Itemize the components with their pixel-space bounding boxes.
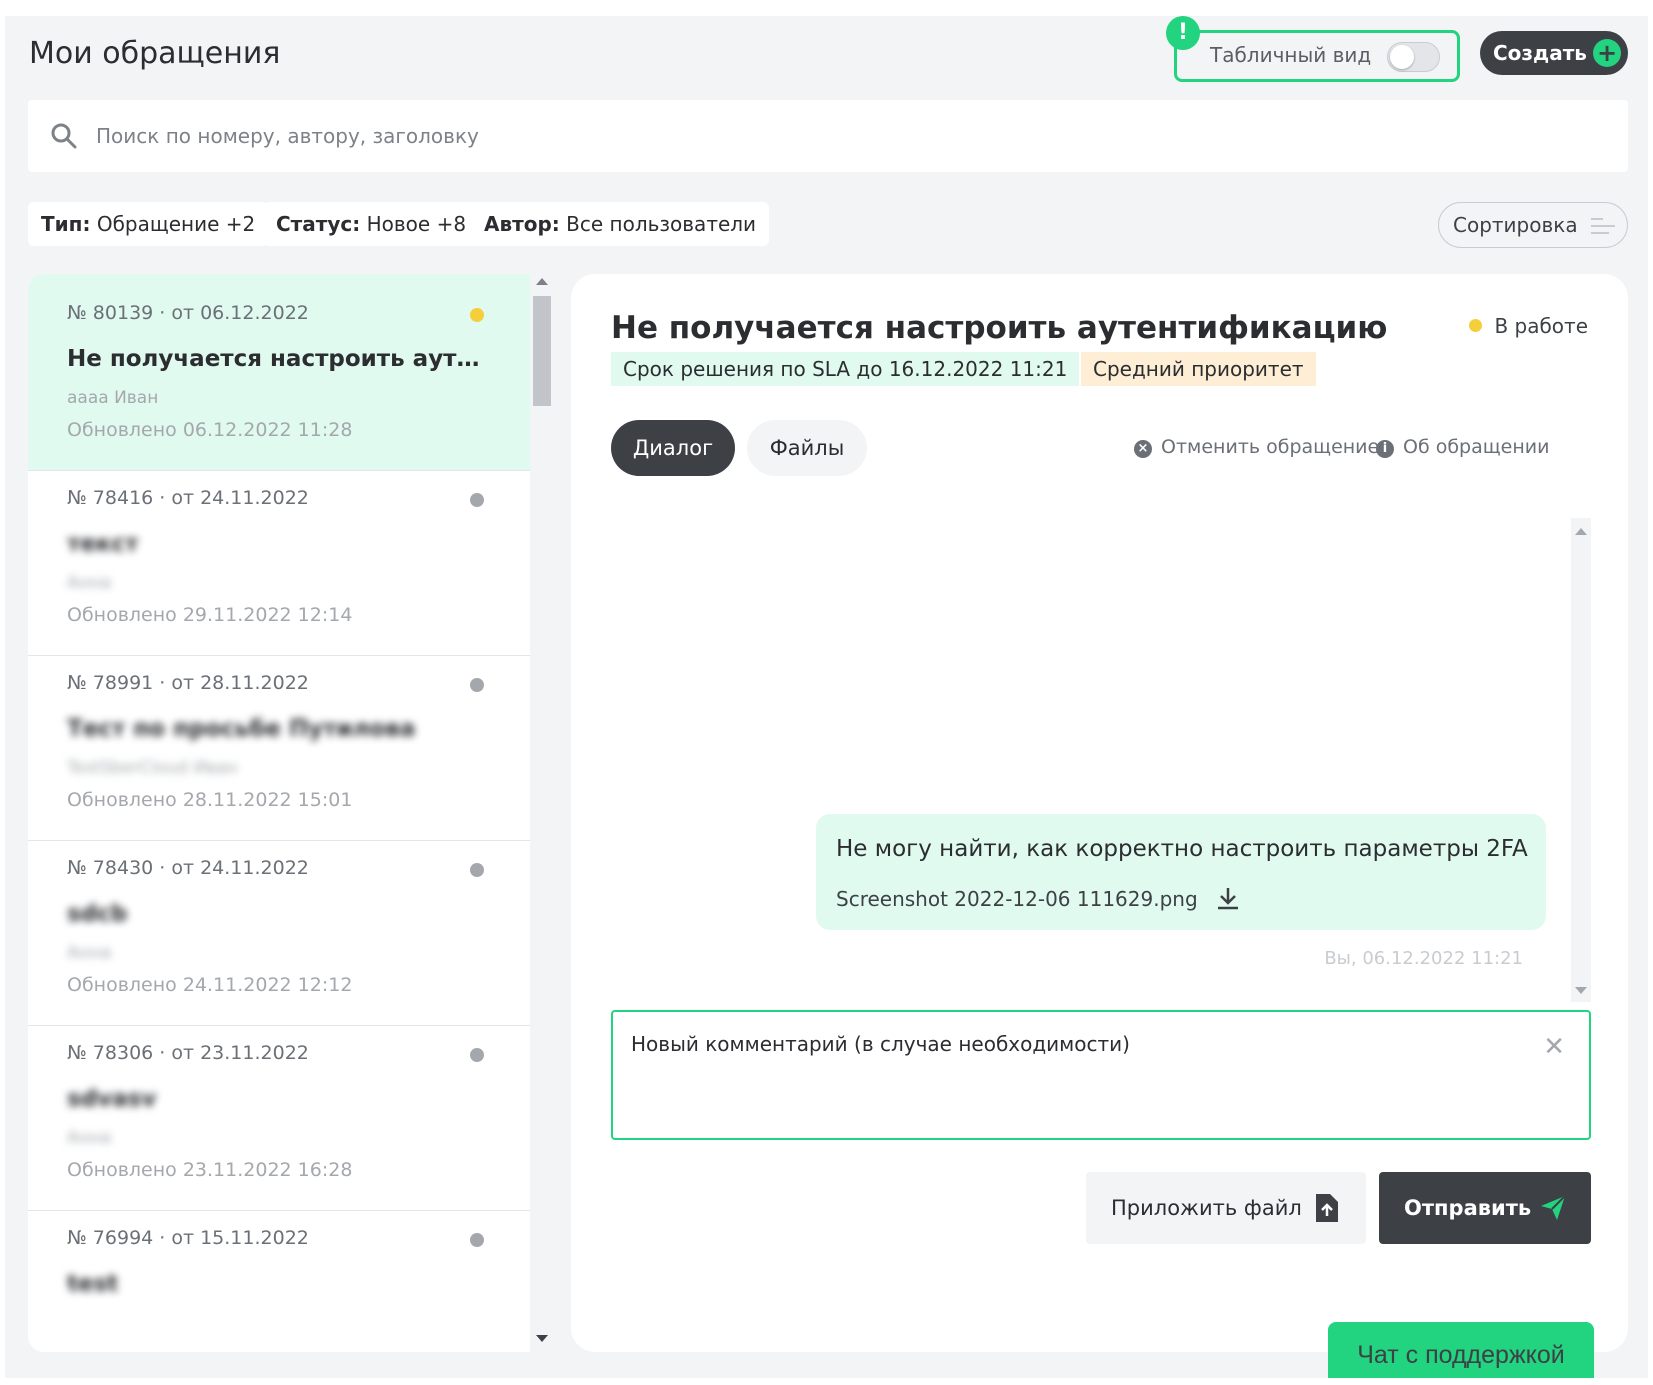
comment-box: ✕ bbox=[611, 1010, 1591, 1140]
filter-author[interactable]: Автор: Все пользователи bbox=[471, 202, 770, 246]
about-ticket-label: Об обращении bbox=[1403, 436, 1550, 458]
tab-files[interactable]: Файлы bbox=[747, 420, 867, 476]
list-scrollbar[interactable] bbox=[533, 274, 551, 1352]
create-button-label: Создать bbox=[1493, 41, 1587, 65]
detail-title: Не получается настроить аутентификацию bbox=[611, 310, 1388, 346]
filter-author-key: Автор: bbox=[484, 212, 560, 236]
ticket-updated: Обновлено 06.12.2022 11:28 bbox=[67, 419, 353, 441]
priority-tag: Средний приоритет bbox=[1081, 352, 1316, 386]
ticket-meta: № 78430 · от 24.11.2022 bbox=[67, 857, 309, 879]
attach-file-label: Приложить файл bbox=[1111, 1196, 1302, 1220]
ticket-title: Не получается настроить аутентификацию bbox=[67, 346, 487, 372]
scroll-down-icon[interactable] bbox=[1575, 987, 1587, 994]
sla-tag: Срок решения по SLA до 16.12.2022 11:21 bbox=[611, 352, 1080, 386]
search-icon bbox=[51, 123, 77, 149]
table-view-toggle[interactable]: Табличный вид bbox=[1174, 30, 1460, 82]
filter-type-value: Обращение +2 bbox=[96, 212, 256, 236]
ticket-detail: Не получается настроить аутентификацию В… bbox=[571, 274, 1628, 1352]
send-button-label: Отправить bbox=[1404, 1196, 1532, 1220]
message-attachment[interactable]: Screenshot 2022-12-06 111629.png bbox=[836, 886, 1240, 911]
switch-knob bbox=[1390, 45, 1414, 69]
cancel-icon: × bbox=[1134, 440, 1152, 458]
sort-button[interactable]: Сортировка bbox=[1438, 202, 1628, 248]
scroll-up-icon[interactable] bbox=[1575, 528, 1587, 535]
support-chat-button[interactable]: Чат с поддержкой bbox=[1328, 1322, 1594, 1378]
about-ticket-link[interactable]: i Об обращении bbox=[1376, 436, 1549, 458]
ticket-author: TestSberCloud Иван bbox=[67, 758, 238, 778]
create-button[interactable]: Создать + bbox=[1480, 31, 1628, 75]
ticket-list: № 80139 · от 06.12.2022 Не получается на… bbox=[28, 274, 530, 1352]
info-icon: i bbox=[1376, 440, 1394, 458]
scroll-up-icon[interactable] bbox=[536, 278, 548, 285]
scroll-thumb[interactable] bbox=[533, 296, 551, 406]
ticket-item[interactable]: № 78430 · от 24.11.2022 sdcb Анна Обновл… bbox=[28, 829, 530, 1026]
message-text: Не могу найти, как корректно настроить п… bbox=[836, 836, 1528, 862]
search-input[interactable] bbox=[96, 120, 1596, 152]
dialog-area: Не могу найти, как корректно настроить п… bbox=[611, 518, 1591, 1002]
ticket-title: sdcb bbox=[67, 901, 128, 927]
file-upload-icon bbox=[1316, 1194, 1338, 1222]
search-bar bbox=[28, 100, 1628, 172]
filter-type-key: Тип: bbox=[41, 212, 91, 236]
cancel-ticket-label: Отменить обращение bbox=[1161, 436, 1380, 458]
app-frame: Мои обращения Табличный вид ! Создать + … bbox=[5, 16, 1648, 1378]
download-icon[interactable] bbox=[1216, 886, 1240, 910]
scroll-down-icon[interactable] bbox=[536, 1335, 548, 1342]
ticket-meta: № 80139 · от 06.12.2022 bbox=[67, 302, 309, 324]
filter-status-key: Статус: bbox=[276, 212, 361, 236]
ticket-item[interactable]: № 78306 · от 23.11.2022 sdvasv Анна Обно… bbox=[28, 1014, 530, 1211]
ticket-meta: № 78416 · от 24.11.2022 bbox=[67, 487, 309, 509]
tab-dialog[interactable]: Диалог bbox=[611, 420, 735, 476]
status-dot bbox=[470, 1048, 484, 1062]
ticket-title: текст bbox=[67, 531, 139, 557]
ticket-author: Анна bbox=[67, 573, 112, 593]
status-dot bbox=[470, 308, 484, 322]
sort-icon bbox=[1591, 218, 1615, 234]
filter-author-value: Все пользователи bbox=[566, 212, 757, 236]
dialog-scrollbar[interactable] bbox=[1571, 518, 1591, 1002]
alert-icon: ! bbox=[1166, 16, 1200, 50]
ticket-meta: № 76994 · от 15.11.2022 bbox=[67, 1227, 309, 1249]
ticket-updated: Обновлено 24.11.2022 12:12 bbox=[67, 974, 353, 996]
plus-icon: + bbox=[1593, 39, 1621, 67]
ticket-item[interactable]: № 80139 · от 06.12.2022 Не получается на… bbox=[28, 274, 530, 471]
ticket-title: Тест по просьбе Путилова bbox=[67, 716, 416, 742]
detail-status: В работе bbox=[1469, 314, 1588, 338]
status-dot bbox=[470, 1233, 484, 1247]
table-view-label: Табличный вид bbox=[1210, 43, 1372, 67]
send-icon bbox=[1541, 1195, 1566, 1220]
filter-status-value: Новое +8 bbox=[366, 212, 467, 236]
ticket-item[interactable]: № 78991 · от 28.11.2022 Тест по просьбе … bbox=[28, 644, 530, 841]
filter-status[interactable]: Статус: Новое +8 bbox=[263, 202, 480, 246]
ticket-updated: Обновлено 29.11.2022 12:14 bbox=[67, 604, 353, 626]
status-dot bbox=[470, 863, 484, 877]
close-icon[interactable]: ✕ bbox=[1543, 1034, 1565, 1060]
ticket-author: Анна bbox=[67, 943, 112, 963]
ticket-meta: № 78991 · от 28.11.2022 bbox=[67, 672, 309, 694]
ticket-author: аааа Иван bbox=[67, 388, 159, 408]
status-dot bbox=[470, 678, 484, 692]
ticket-item[interactable]: № 78416 · от 24.11.2022 текст Анна Обнов… bbox=[28, 459, 530, 656]
ticket-updated: Обновлено 28.11.2022 15:01 bbox=[67, 789, 353, 811]
message-bubble: Не могу найти, как корректно настроить п… bbox=[816, 814, 1546, 930]
ticket-item[interactable]: № 76994 · от 15.11.2022 test bbox=[28, 1199, 530, 1352]
message-time: Вы, 06.12.2022 11:21 bbox=[1324, 948, 1523, 969]
comment-input[interactable] bbox=[631, 1032, 1511, 1122]
ticket-meta: № 78306 · от 23.11.2022 bbox=[67, 1042, 309, 1064]
table-view-switch[interactable] bbox=[1387, 42, 1440, 72]
sort-label: Сортировка bbox=[1453, 213, 1578, 237]
page-title: Мои обращения bbox=[29, 36, 281, 71]
ticket-title: sdvasv bbox=[67, 1086, 157, 1112]
ticket-author: Анна bbox=[67, 1128, 112, 1148]
ticket-updated: Обновлено 23.11.2022 16:28 bbox=[67, 1159, 353, 1181]
ticket-title: test bbox=[67, 1271, 119, 1297]
filter-type[interactable]: Тип: Обращение +2 bbox=[28, 202, 269, 246]
cancel-ticket-link[interactable]: × Отменить обращение bbox=[1134, 436, 1379, 458]
attach-file-button[interactable]: Приложить файл bbox=[1086, 1172, 1366, 1244]
status-dot bbox=[470, 493, 484, 507]
send-button[interactable]: Отправить bbox=[1379, 1172, 1591, 1244]
status-dot bbox=[1469, 319, 1483, 332]
attachment-name: Screenshot 2022-12-06 111629.png bbox=[836, 887, 1198, 911]
detail-status-label: В работе bbox=[1494, 314, 1588, 338]
